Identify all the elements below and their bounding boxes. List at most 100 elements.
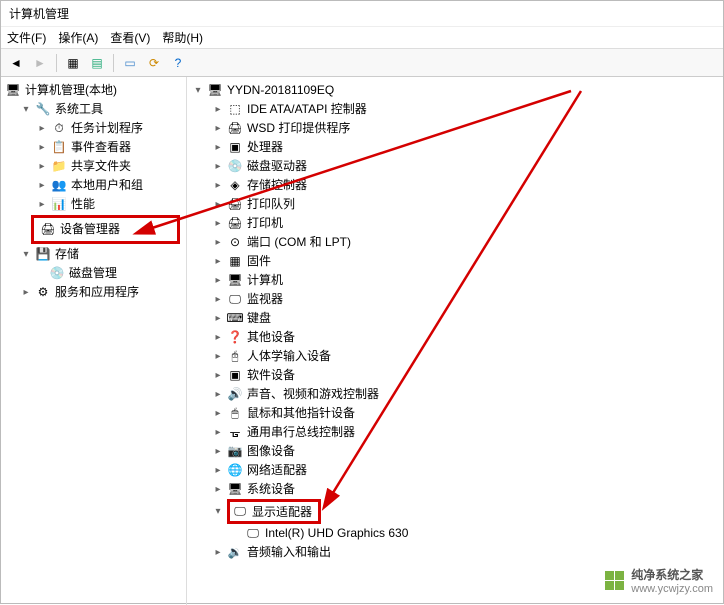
refresh-icon: ⟳	[149, 56, 159, 70]
device-root[interactable]: ▾ 🖥 YYDN-20181109EQ	[187, 81, 723, 100]
tree-services-apps[interactable]: ▸ ⚙ 服务和应用程序	[1, 283, 186, 302]
tree-label: 端口 (COM 和 LPT)	[247, 233, 351, 252]
chevron-right-icon[interactable]: ▸	[211, 179, 225, 193]
chevron-right-icon[interactable]: ▸	[211, 141, 225, 155]
chevron-right-icon[interactable]: ▸	[35, 160, 49, 174]
arrow-left-icon: ◄	[10, 56, 22, 70]
toolbar: ◄ ► ▦ ▤ ▭ ⟳ ?	[1, 49, 723, 77]
device-network[interactable]: ▸🌐网络适配器	[187, 461, 723, 480]
tree-label[interactable]: 显示适配器	[252, 503, 312, 520]
menu-view[interactable]: 查看(V)	[110, 27, 150, 48]
chevron-right-icon[interactable]: ▸	[211, 426, 225, 440]
chevron-right-icon[interactable]: ▸	[35, 141, 49, 155]
chevron-down-icon[interactable]: ▾	[19, 248, 33, 262]
toolbar-forward-button[interactable]: ►	[29, 52, 51, 74]
tree-performance[interactable]: ▸ 📊 性能	[1, 195, 186, 214]
device-printers[interactable]: ▸🖨打印机	[187, 214, 723, 233]
menu-action[interactable]: 操作(A)	[58, 27, 98, 48]
chevron-right-icon[interactable]: ▸	[211, 331, 225, 345]
device-usb[interactable]: ▸ᚗ通用串行总线控制器	[187, 423, 723, 442]
chevron-right-icon[interactable]: ▸	[211, 483, 225, 497]
device-sound[interactable]: ▸🔊声音、视频和游戏控制器	[187, 385, 723, 404]
device-ports[interactable]: ▸⊙端口 (COM 和 LPT)	[187, 233, 723, 252]
device-audio-io[interactable]: ▸🔉音频输入和输出	[187, 543, 723, 562]
device-disk-drives[interactable]: ▸💿磁盘驱动器	[187, 157, 723, 176]
chevron-down-icon[interactable]: ▾	[191, 84, 205, 98]
device-software[interactable]: ▸▣软件设备	[187, 366, 723, 385]
network-icon: 🌐	[227, 463, 243, 479]
device-mouse[interactable]: ▸🖱鼠标和其他指针设备	[187, 404, 723, 423]
tree-storage[interactable]: ▾ 💾 存储	[1, 245, 186, 264]
tree-label: 打印队列	[247, 195, 295, 214]
main-content: 🖥 计算机管理(本地) ▾ 🔧 系统工具 ▸ ⏱ 任务计划程序 ▸ 📋 事件查看…	[1, 77, 723, 605]
device-storage-ctrl[interactable]: ▸◈存储控制器	[187, 176, 723, 195]
chevron-right-icon[interactable]: ▸	[35, 198, 49, 212]
chevron-right-icon[interactable]: ▸	[211, 312, 225, 326]
toolbar-up-button[interactable]: ▦	[62, 52, 84, 74]
toolbar-refresh-button[interactable]: ⟳	[143, 52, 165, 74]
chevron-right-icon[interactable]: ▸	[211, 198, 225, 212]
watermark-brand: 纯净系统之家	[631, 566, 713, 583]
toolbar-help-button[interactable]: ?	[167, 52, 189, 74]
chevron-right-icon[interactable]: ▸	[211, 407, 225, 421]
pc-icon: 🖥	[227, 273, 243, 289]
chevron-right-icon[interactable]: ▸	[211, 388, 225, 402]
chevron-right-icon[interactable]: ▸	[211, 103, 225, 117]
hid-icon: 🖰	[227, 349, 243, 365]
chevron-right-icon[interactable]: ▸	[35, 179, 49, 193]
toolbar-window-button[interactable]: ▭	[119, 52, 141, 74]
device-display-row: ▾ 🖵 显示适配器	[211, 499, 723, 524]
chevron-right-icon[interactable]: ▸	[211, 293, 225, 307]
device-monitors[interactable]: ▸🖵监视器	[187, 290, 723, 309]
toolbar-properties-button[interactable]: ▤	[86, 52, 108, 74]
tree-event-viewer[interactable]: ▸ 📋 事件查看器	[1, 138, 186, 157]
device-print-queue[interactable]: ▸🖨打印队列	[187, 195, 723, 214]
tree-root-computer-mgmt[interactable]: 🖥 计算机管理(本地)	[1, 81, 186, 100]
chevron-right-icon[interactable]: ▸	[211, 464, 225, 478]
chevron-right-icon[interactable]: ▸	[211, 122, 225, 136]
device-manager-icon: 🖨	[40, 222, 56, 238]
tree-label: 磁盘驱动器	[247, 157, 307, 176]
tree-shared-folders[interactable]: ▸ 📁 共享文件夹	[1, 157, 186, 176]
firmware-icon: ▦	[227, 254, 243, 270]
chevron-right-icon[interactable]: ▸	[211, 369, 225, 383]
chevron-right-icon[interactable]: ▸	[211, 217, 225, 231]
services-icon: ⚙	[35, 285, 51, 301]
tree-task-scheduler[interactable]: ▸ ⏱ 任务计划程序	[1, 119, 186, 138]
device-computer[interactable]: ▸🖥计算机	[187, 271, 723, 290]
toolbar-separator	[56, 54, 57, 72]
chevron-down-icon[interactable]: ▾	[211, 505, 225, 519]
chevron-down-icon[interactable]: ▾	[19, 103, 33, 117]
tree-device-manager[interactable]: 🖨 设备管理器	[34, 220, 177, 239]
device-hid[interactable]: ▸🖰人体学输入设备	[187, 347, 723, 366]
tree-local-users[interactable]: ▸ 👥 本地用户和组	[1, 176, 186, 195]
device-ide[interactable]: ▸⬚IDE ATA/ATAPI 控制器	[187, 100, 723, 119]
device-other[interactable]: ▸❓其他设备	[187, 328, 723, 347]
device-keyboard[interactable]: ▸⌨键盘	[187, 309, 723, 328]
device-image[interactable]: ▸📷图像设备	[187, 442, 723, 461]
device-wsd[interactable]: ▸🖨WSD 打印提供程序	[187, 119, 723, 138]
menu-help[interactable]: 帮助(H)	[162, 27, 203, 48]
tree-label: 固件	[247, 252, 271, 271]
chevron-right-icon[interactable]: ▸	[35, 122, 49, 136]
chevron-right-icon[interactable]: ▸	[211, 160, 225, 174]
tree-label: 共享文件夹	[71, 157, 131, 176]
chevron-right-icon[interactable]: ▸	[211, 274, 225, 288]
toolbar-back-button[interactable]: ◄	[5, 52, 27, 74]
chevron-right-icon[interactable]: ▸	[211, 350, 225, 364]
menu-bar: 文件(F) 操作(A) 查看(V) 帮助(H)	[1, 27, 723, 49]
menu-file[interactable]: 文件(F)	[7, 27, 46, 48]
chevron-right-icon[interactable]: ▸	[211, 445, 225, 459]
chevron-right-icon[interactable]: ▸	[211, 255, 225, 269]
device-display-child[interactable]: 🖵Intel(R) UHD Graphics 630	[187, 524, 723, 543]
chevron-right-icon[interactable]: ▸	[211, 236, 225, 250]
chevron-right-icon[interactable]: ▸	[19, 286, 33, 300]
device-cpu[interactable]: ▸▣处理器	[187, 138, 723, 157]
device-system[interactable]: ▸🖥系统设备	[187, 480, 723, 499]
right-tree-pane: ▾ 🖥 YYDN-20181109EQ ▸⬚IDE ATA/ATAPI 控制器 …	[187, 77, 723, 605]
tree-system-tools[interactable]: ▾ 🔧 系统工具	[1, 100, 186, 119]
sound-icon: 🔊	[227, 387, 243, 403]
chevron-right-icon[interactable]: ▸	[211, 546, 225, 560]
tree-disk-mgmt[interactable]: 💿 磁盘管理	[1, 264, 186, 283]
device-firmware[interactable]: ▸▦固件	[187, 252, 723, 271]
